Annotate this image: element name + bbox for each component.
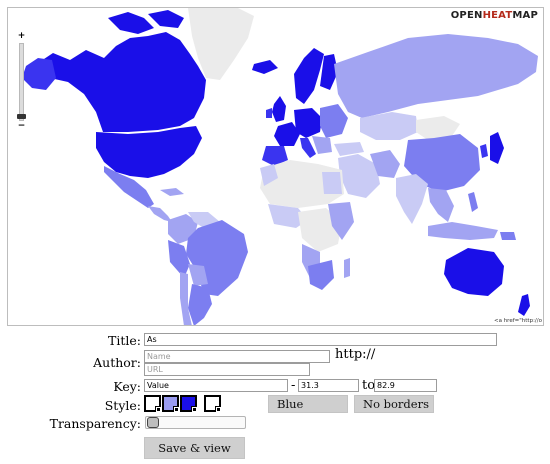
- transparency-slider[interactable]: [145, 416, 246, 429]
- author-name-input[interactable]: Name: [144, 350, 330, 363]
- style-swatch-1[interactable]: [144, 395, 161, 412]
- country-indonesia[interactable]: [428, 222, 498, 240]
- url-placeholder: URL: [147, 365, 163, 374]
- country-scandinavia[interactable]: [294, 48, 324, 104]
- transparency-slider-handle[interactable]: [147, 417, 159, 428]
- country-egypt[interactable]: [322, 172, 342, 194]
- country-central-america[interactable]: [148, 206, 172, 222]
- zoom-out-icon[interactable]: −: [17, 122, 26, 131]
- borders-button[interactable]: No borders: [354, 395, 434, 413]
- style-swatch-custom[interactable]: [204, 395, 221, 412]
- openheatmap-logo: OPENHEATMAP: [450, 10, 538, 21]
- author-label: Author:: [93, 355, 141, 370]
- key-label: Key:: [113, 379, 141, 394]
- zoom-in-icon[interactable]: +: [17, 32, 26, 41]
- country-balkans[interactable]: [312, 136, 332, 154]
- transparency-label: Transparency:: [49, 416, 141, 431]
- heat-map[interactable]: OPENHEATMAP <a href="http://o + −: [7, 7, 544, 326]
- zoom-slider-track[interactable]: [19, 43, 24, 121]
- country-uk[interactable]: [272, 96, 286, 122]
- http-text: http://: [335, 347, 376, 362]
- country-madagascar[interactable]: [344, 258, 350, 278]
- zoom-slider-handle[interactable]: [17, 114, 26, 119]
- save-view-button[interactable]: Save & view: [144, 437, 245, 459]
- country-canada-islands-2[interactable]: [148, 10, 184, 28]
- country-philippines[interactable]: [468, 192, 478, 212]
- country-india[interactable]: [396, 174, 428, 224]
- country-ireland[interactable]: [266, 108, 272, 118]
- country-australia[interactable]: [444, 248, 504, 296]
- country-peru[interactable]: [168, 240, 190, 278]
- title-label: Title:: [108, 333, 141, 348]
- country-iceland[interactable]: [252, 60, 278, 74]
- country-eastern-europe[interactable]: [320, 104, 348, 138]
- author-url-input[interactable]: URL: [144, 363, 310, 376]
- country-argentina[interactable]: [188, 284, 212, 326]
- name-placeholder: Name: [147, 352, 171, 361]
- world-map-svg: [22, 8, 538, 326]
- country-korea[interactable]: [480, 144, 488, 158]
- color-scheme-button[interactable]: Blue: [268, 395, 348, 413]
- country-japan[interactable]: [490, 132, 504, 164]
- country-cuba[interactable]: [160, 188, 184, 196]
- country-southeast-asia[interactable]: [428, 188, 454, 222]
- country-turkey[interactable]: [334, 142, 364, 156]
- country-usa-alaska[interactable]: [22, 58, 56, 90]
- country-russia[interactable]: [334, 34, 538, 118]
- key-input[interactable]: Value: [144, 379, 288, 392]
- country-canada-islands[interactable]: [108, 12, 154, 34]
- title-input[interactable]: As: [144, 333, 497, 346]
- range-min-input[interactable]: 31.3: [298, 379, 359, 392]
- style-swatch-2[interactable]: [162, 395, 179, 412]
- country-new-zealand[interactable]: [518, 294, 530, 316]
- country-canada[interactable]: [36, 32, 206, 132]
- range-max-input[interactable]: 82.9: [374, 379, 437, 392]
- style-label: Style:: [104, 398, 141, 413]
- country-papua[interactable]: [500, 232, 516, 240]
- map-credit: <a href="http://o: [493, 318, 542, 324]
- style-swatch-3[interactable]: [180, 395, 197, 412]
- range-dash: -: [291, 378, 296, 393]
- country-italy[interactable]: [300, 138, 316, 158]
- zoom-control: + −: [17, 32, 26, 132]
